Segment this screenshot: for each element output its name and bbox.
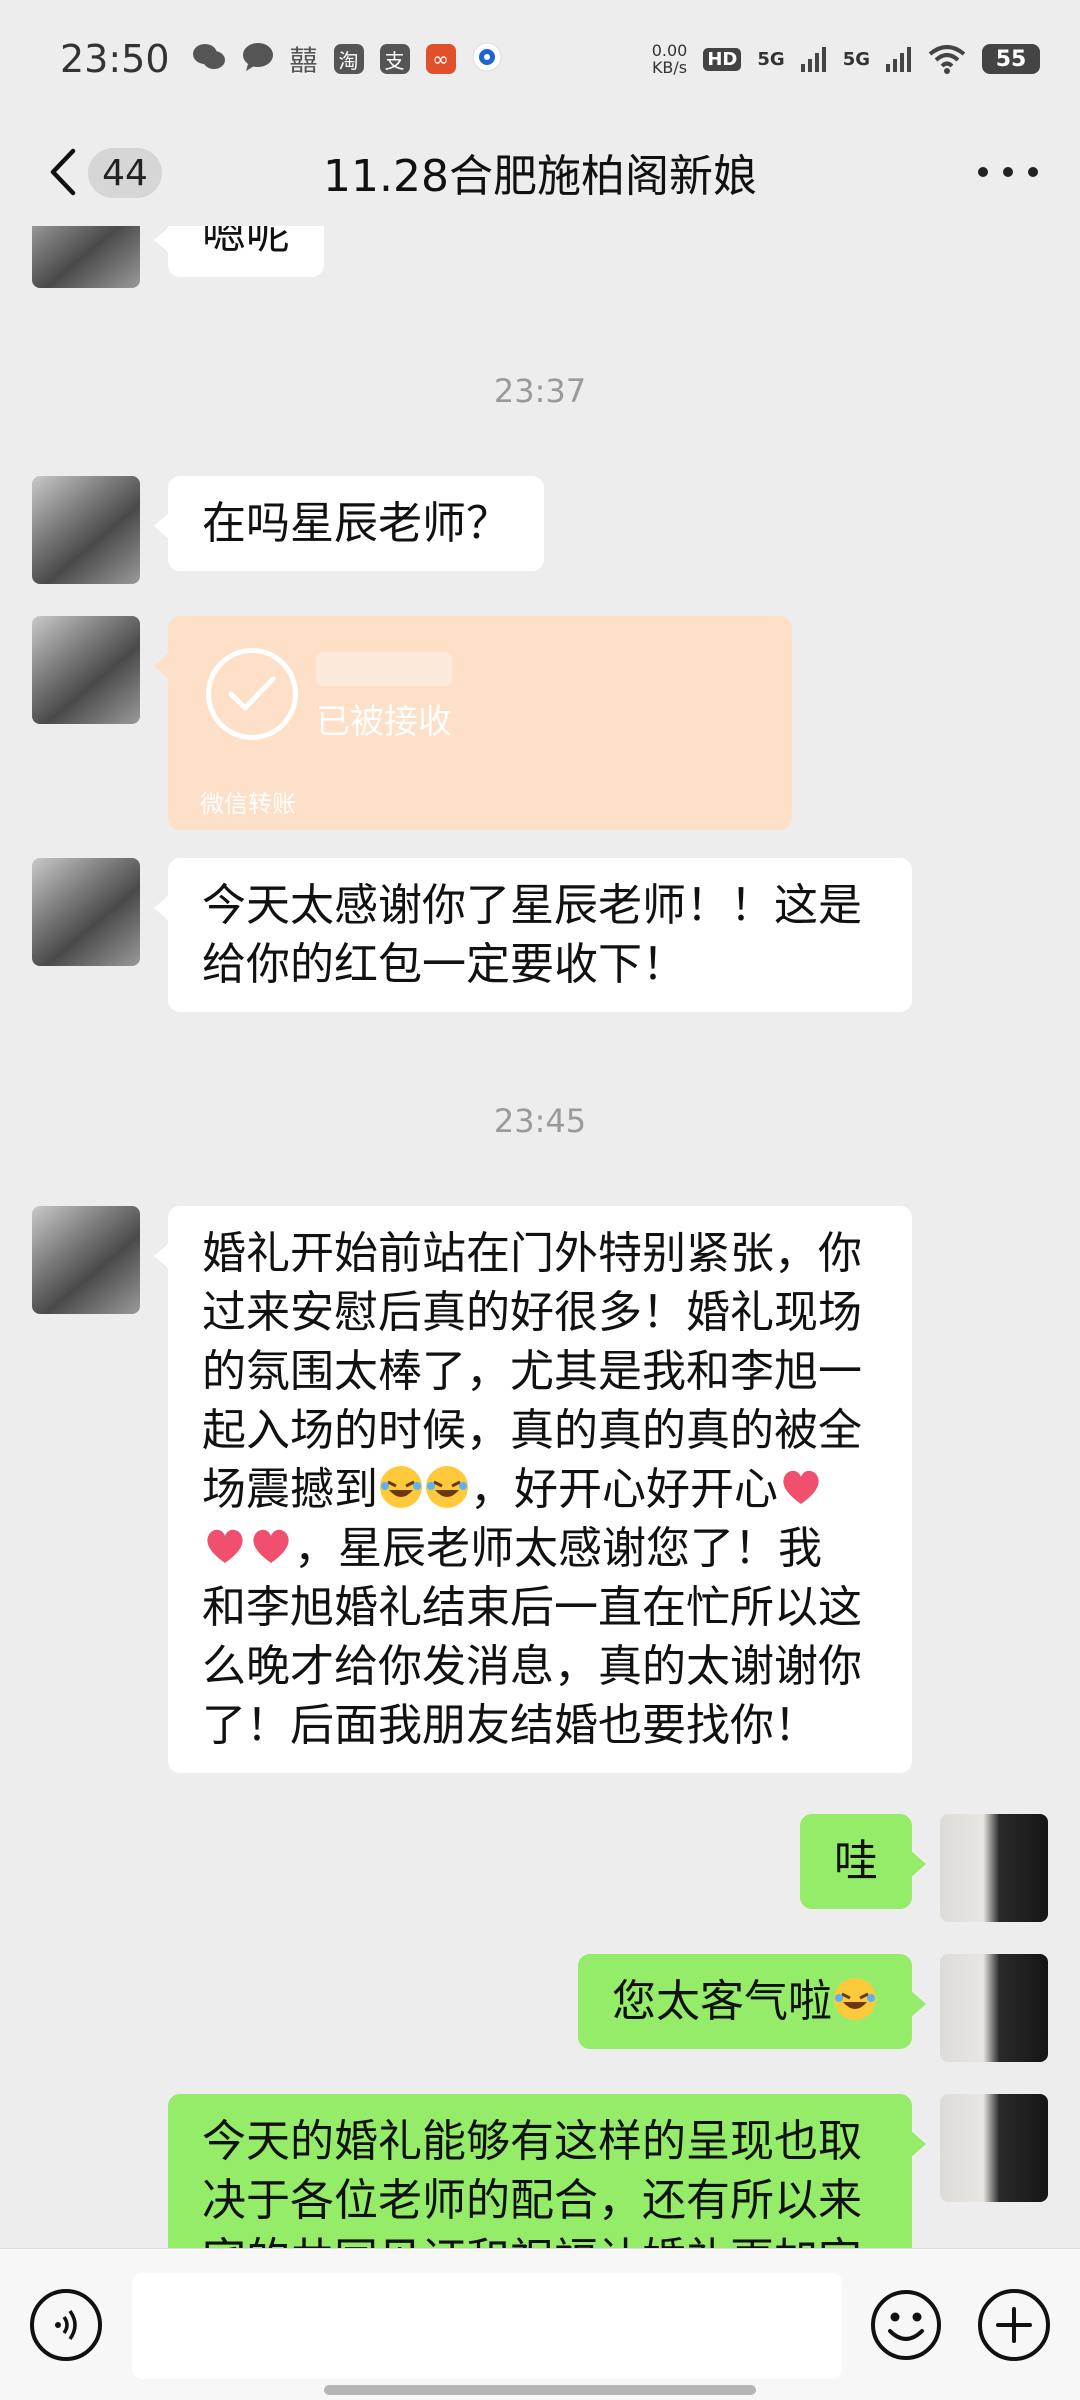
message-bubble[interactable]: 在吗星辰老师？ — [154, 476, 544, 571]
message-bubble[interactable]: 嗯呢 — [154, 226, 324, 277]
message-text-line: 给你的红包一定要收下！ — [202, 939, 686, 990]
laughing-tears-emoji-icon — [426, 1466, 468, 1508]
transfer-status: 已被接收 — [316, 702, 452, 742]
voice-input-icon[interactable] — [30, 2289, 102, 2361]
sent-message-bubble[interactable]: 今天的婚礼能够有这样的呈现也取 决于各位老师的配合，还有所以来 宾的共同见证和祝… — [168, 2094, 926, 2248]
message-text: 嗯呢 — [202, 226, 290, 259]
marriage-app-icon: 囍 — [289, 44, 318, 77]
message-text: 哇 — [834, 1836, 878, 1887]
status-right: 0.00 KB/s HD 5G 5G 55 — [652, 42, 1040, 76]
alipay-icon: 支 — [379, 44, 410, 74]
sender-avatar[interactable] — [32, 476, 140, 584]
status-time: 23:50 — [60, 37, 170, 81]
heart-emoji-icon — [783, 1470, 819, 1504]
message-input[interactable] — [132, 2273, 842, 2379]
transfer-label: 微信转账 — [200, 790, 296, 818]
message-text: 在吗星辰老师？ — [202, 498, 510, 549]
message-list[interactable]: 嗯呢 23:37 在吗星辰老师？ 已被接收 微信转账 今天太感谢你了星辰老师！！… — [0, 226, 1080, 2248]
taobao-icon: 淘 — [333, 44, 364, 74]
check-circle-icon — [206, 648, 298, 740]
signal-bars-icon-2 — [886, 47, 911, 72]
notification-icons: 囍 淘 支 ∞ — [192, 39, 502, 79]
app-blue-icon — [472, 42, 502, 76]
sender-avatar[interactable] — [32, 226, 140, 288]
more-functions-plus-icon[interactable] — [978, 2289, 1050, 2361]
my-avatar[interactable] — [940, 1954, 1048, 2062]
more-options-icon[interactable] — [978, 154, 1038, 190]
wechat-icon — [192, 42, 226, 76]
sender-avatar[interactable] — [32, 616, 140, 724]
hd-icon: HD — [703, 47, 742, 71]
transfer-amount-blurred — [316, 652, 452, 686]
message-icon — [242, 42, 274, 76]
timestamp: 23:45 — [493, 1102, 587, 1140]
message-text: 您太客气啦 — [612, 1976, 832, 2027]
chat-input-bar — [0, 2248, 1080, 2400]
home-indicator[interactable] — [324, 2385, 756, 2395]
my-avatar[interactable] — [940, 2094, 1048, 2202]
message-text-line: 今天太感谢你了星辰老师！！这是 — [202, 880, 862, 931]
wifi-icon — [928, 45, 966, 74]
message-bubble[interactable]: 今天太感谢你了星辰老师！！这是 给你的红包一定要收下！ — [154, 858, 912, 1012]
chat-header: 44 11.28合肥施柏阁新娘 — [0, 118, 1080, 226]
sender-avatar[interactable] — [32, 858, 140, 966]
wechat-transfer-card[interactable]: 已被接收 微信转账 — [154, 616, 792, 830]
signal-5g-1: 5G — [757, 48, 785, 70]
sent-message-bubble[interactable]: 哇 — [800, 1814, 926, 1909]
signal-5g-2: 5G — [842, 48, 870, 70]
my-avatar[interactable] — [940, 1814, 1048, 1922]
signal-bars-icon — [800, 47, 826, 72]
laughing-tears-emoji-icon — [380, 1466, 422, 1508]
heart-emoji-icon — [207, 1529, 243, 1563]
emoji-button-icon[interactable] — [870, 2289, 942, 2361]
status-bar: 23:50 囍 淘 支 ∞ 0.00 KB/s HD 5G 5G 55 — [0, 0, 1080, 118]
timestamp: 23:37 — [493, 372, 587, 410]
message-bubble[interactable]: 婚礼开始前站在门外特别紧张，你 过来安慰后真的好很多！婚礼现场 的氛围太棒了，尤… — [154, 1206, 912, 1773]
laughing-tears-emoji-icon — [834, 1978, 876, 2020]
battery-icon: 55 — [982, 44, 1040, 74]
app-orange-icon: ∞ — [425, 44, 456, 74]
net-speed: 0.00 KB/s — [651, 41, 688, 77]
chat-title: 11.28合肥施柏阁新娘 — [323, 151, 757, 202]
heart-emoji-icon — [253, 1529, 289, 1563]
sender-avatar[interactable] — [32, 1206, 140, 1314]
sent-message-bubble[interactable]: 您太客气啦 — [578, 1954, 926, 2049]
